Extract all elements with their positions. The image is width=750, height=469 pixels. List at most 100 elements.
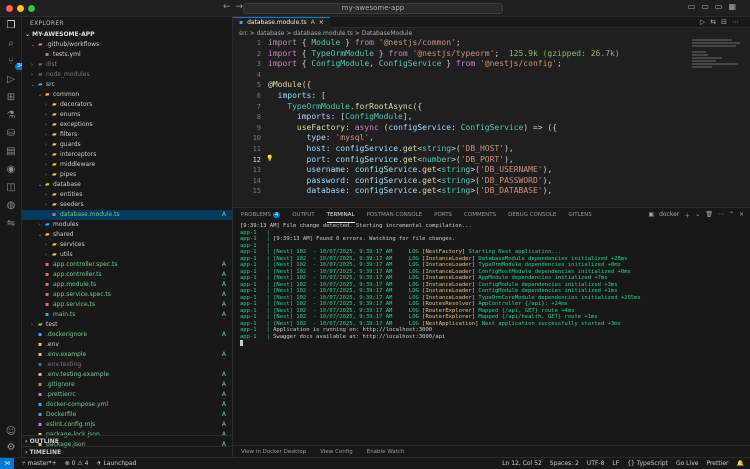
problems-indicator[interactable]: ⊗ 0 ⚠ 4 xyxy=(65,458,89,469)
folder-item[interactable]: › ▰ pipes xyxy=(22,170,232,180)
run-debug-icon[interactable]: ▷ xyxy=(4,73,18,87)
docker-action[interactable]: Enable Watch xyxy=(367,446,405,457)
launchpad-indicator[interactable]: ✈ Launchpad xyxy=(97,458,137,469)
maximize-panel-icon[interactable]: ⌃ xyxy=(729,211,734,220)
split-terminal-icon[interactable]: ⌄ xyxy=(695,211,700,220)
status-item[interactable]: {} TypeScript xyxy=(627,458,668,469)
breadcrumb-part[interactable]: > xyxy=(250,30,257,37)
folder-item[interactable]: ⌄ ▰ shared xyxy=(22,230,232,240)
command-center-search[interactable]: my-awesome-app xyxy=(243,3,503,14)
maximize-window-button[interactable] xyxy=(28,5,35,12)
code-line[interactable]: import { ConfigModule, ConfigService } f… xyxy=(268,58,562,69)
file-item[interactable]: ▪ .env.example A xyxy=(22,350,232,360)
lightbulb-icon[interactable]: 💡 xyxy=(266,155,273,162)
file-item[interactable]: ▪ app.module.ts A xyxy=(22,280,232,290)
panel-tab[interactable]: DEBUG CONSOLE xyxy=(508,208,556,222)
terminal-controls[interactable]: ▣ docker ＋ ⌄ 🗑 ⋯ ⌃ × xyxy=(648,211,744,220)
folder-item[interactable]: › ▰ entities xyxy=(22,190,232,200)
folder-item[interactable]: ⌄ ▰ src xyxy=(22,80,232,90)
project-root[interactable]: ⌄ MY-AWESOME-APP xyxy=(22,29,232,40)
code-line[interactable]: imports: [ xyxy=(268,90,326,101)
testing-icon[interactable]: ⚗ xyxy=(4,109,18,123)
live-share-icon[interactable]: ⇋ xyxy=(4,217,18,231)
folder-item[interactable]: › ▰ filters xyxy=(22,130,232,140)
folder-item[interactable]: › ▰ services xyxy=(22,240,232,250)
code-line[interactable]: @Module({ xyxy=(268,79,311,90)
more-actions-icon[interactable]: ⋯ xyxy=(718,211,724,220)
account-icon[interactable]: ☺ xyxy=(4,425,18,439)
breadcrumb-part[interactable]: > xyxy=(355,30,362,37)
gitlens-icon[interactable]: ◉ xyxy=(4,163,18,177)
docker-action[interactable]: View Config xyxy=(320,446,352,457)
status-item[interactable]: Prettier xyxy=(706,458,728,469)
panel-tab[interactable]: COMMENTS xyxy=(464,208,496,222)
status-item[interactable]: LF xyxy=(612,458,619,469)
close-window-button[interactable] xyxy=(6,5,13,12)
folder-item[interactable]: › ▰ dist xyxy=(22,60,232,70)
status-item[interactable]: Spaces: 2 xyxy=(550,458,579,469)
branch-indicator[interactable]: ⑂ master*+ xyxy=(22,458,57,469)
remote-indicator-icon[interactable]: ⋊ xyxy=(0,458,14,469)
minimap[interactable] xyxy=(692,39,742,79)
outline-section[interactable]: › OUTLINE xyxy=(22,435,232,446)
file-item[interactable]: ▪ .prettierrc A xyxy=(22,390,232,400)
code-line[interactable]: useFactory: async (configService: Config… xyxy=(268,122,557,133)
code-line[interactable]: username: configService.get<string>('DB_… xyxy=(268,164,553,175)
file-item[interactable]: ▪ app.service.spec.ts A xyxy=(22,290,232,300)
folder-item[interactable]: › ▰ node_modules xyxy=(22,70,232,80)
docker-icon[interactable]: ▤ xyxy=(4,145,18,159)
status-item[interactable]: Ln 12, Col 52 xyxy=(502,458,542,469)
folder-item[interactable]: › ▰ middleware xyxy=(22,160,232,170)
file-item[interactable]: ▪ main.ts A xyxy=(22,310,232,320)
folder-item[interactable]: ⌄ ▰ .github/workflows xyxy=(22,40,232,50)
file-item[interactable]: ▪ docker-compose.yml A xyxy=(22,400,232,410)
breadcrumb-part[interactable]: database.module.ts xyxy=(293,30,355,37)
panel-tab[interactable]: TERMINAL xyxy=(326,208,355,223)
breadcrumb-part[interactable]: DatabaseModule xyxy=(362,30,412,37)
terminal-output[interactable]: [9:39:13 AM] File change detected. Start… xyxy=(240,223,641,347)
folder-item[interactable]: › ▰ interceptors xyxy=(22,150,232,160)
panel-tab[interactable]: OUTPUT xyxy=(292,208,314,222)
file-item[interactable]: ▪ Dockerfile A xyxy=(22,410,232,420)
folder-item[interactable]: › ▰ exceptions xyxy=(22,120,232,130)
folder-item[interactable]: ⌄ ▰ database xyxy=(22,180,232,190)
panel-tab[interactable]: PORTS xyxy=(434,208,452,222)
panel-tab[interactable]: GITLENS xyxy=(568,208,591,222)
source-control-icon[interactable]: ⑂ 34 xyxy=(4,55,26,70)
file-item[interactable]: ▪ eslint.config.mjs A xyxy=(22,420,232,430)
breadcrumb-part[interactable]: src xyxy=(239,30,250,37)
file-item[interactable]: ▪ .gitignore A xyxy=(22,380,232,390)
status-item[interactable]: Go Live xyxy=(676,458,698,469)
explorer-icon[interactable]: ❐ xyxy=(4,19,18,33)
editor-actions[interactable]: ▷⇆⊟⋯ xyxy=(700,18,744,26)
timeline-section[interactable]: › TIMELINE xyxy=(22,446,232,457)
folder-item[interactable]: › ▰ seeders xyxy=(22,200,232,210)
folder-item[interactable]: › ▰ utils xyxy=(22,250,232,260)
folder-item[interactable]: › ▰ test xyxy=(22,320,232,330)
window-controls[interactable] xyxy=(6,5,35,12)
file-item[interactable]: ▪ app.controller.ts A xyxy=(22,270,232,280)
postman-icon[interactable]: ◍ xyxy=(4,199,18,213)
trash-icon[interactable]: 🗑 xyxy=(705,211,713,220)
file-item[interactable]: ▪ .dockerignore A xyxy=(22,330,232,340)
code-line[interactable]: import { Module } from '@nestjs/common'; xyxy=(268,37,461,48)
code-line[interactable]: imports: [ConfigModule], xyxy=(268,111,413,122)
breadcrumb-part[interactable]: database xyxy=(257,30,287,37)
code-line[interactable]: host: configService.get<string>('DB_HOST… xyxy=(268,143,514,154)
file-item[interactable]: ▪ .env.testing.example A xyxy=(22,370,232,380)
settings-gear-icon[interactable]: ⚙ xyxy=(4,441,18,455)
file-item[interactable]: ▪ app.controller.spec.ts A xyxy=(22,260,232,270)
file-item[interactable]: ▪ .env.testing xyxy=(22,360,232,370)
file-item[interactable]: ▪ database.module.ts A xyxy=(22,210,232,220)
file-item[interactable]: ▪ .env xyxy=(22,340,232,350)
search-icon[interactable]: ⌕ xyxy=(4,37,18,51)
remote-icon[interactable]: ◫ xyxy=(4,181,18,195)
file-item[interactable]: ▪ app.service.ts A xyxy=(22,300,232,310)
bell-icon[interactable]: 🔔 xyxy=(737,458,744,469)
folder-item[interactable]: › ▰ decorators xyxy=(22,100,232,110)
folder-item[interactable]: › ▰ enums xyxy=(22,110,232,120)
code-line[interactable]: type: 'mysql', xyxy=(268,132,374,143)
code-line[interactable]: import { TypeOrmModule } from '@nestjs/t… xyxy=(268,48,620,59)
code-line[interactable]: password: configService.get<string>('DB_… xyxy=(268,175,553,186)
code-line[interactable]: port: configService.get<number>('DB_PORT… xyxy=(268,154,514,165)
